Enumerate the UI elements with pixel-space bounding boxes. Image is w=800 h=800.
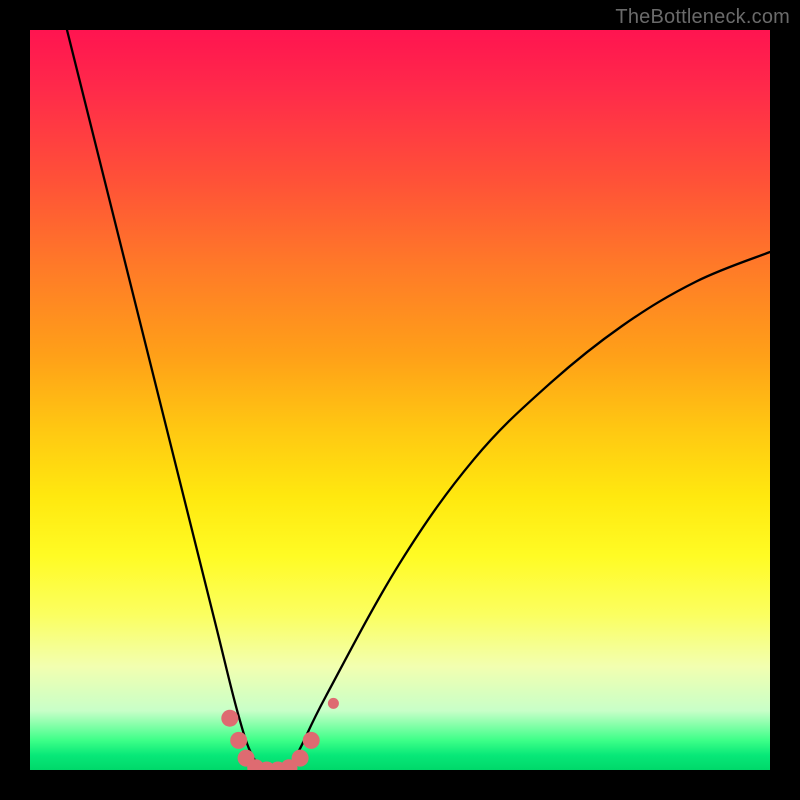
bottleneck-curve-path (67, 30, 770, 770)
curve-marker-dot (230, 732, 247, 749)
chart-plot-area (30, 30, 770, 770)
curve-marker-dot (328, 698, 339, 709)
curve-marker-dot (303, 732, 320, 749)
watermark-text: TheBottleneck.com (615, 6, 790, 29)
curve-markers (221, 698, 339, 770)
curve-marker-dot (221, 710, 238, 727)
curve-marker-dot (292, 750, 309, 767)
bottleneck-curve-svg (30, 30, 770, 770)
